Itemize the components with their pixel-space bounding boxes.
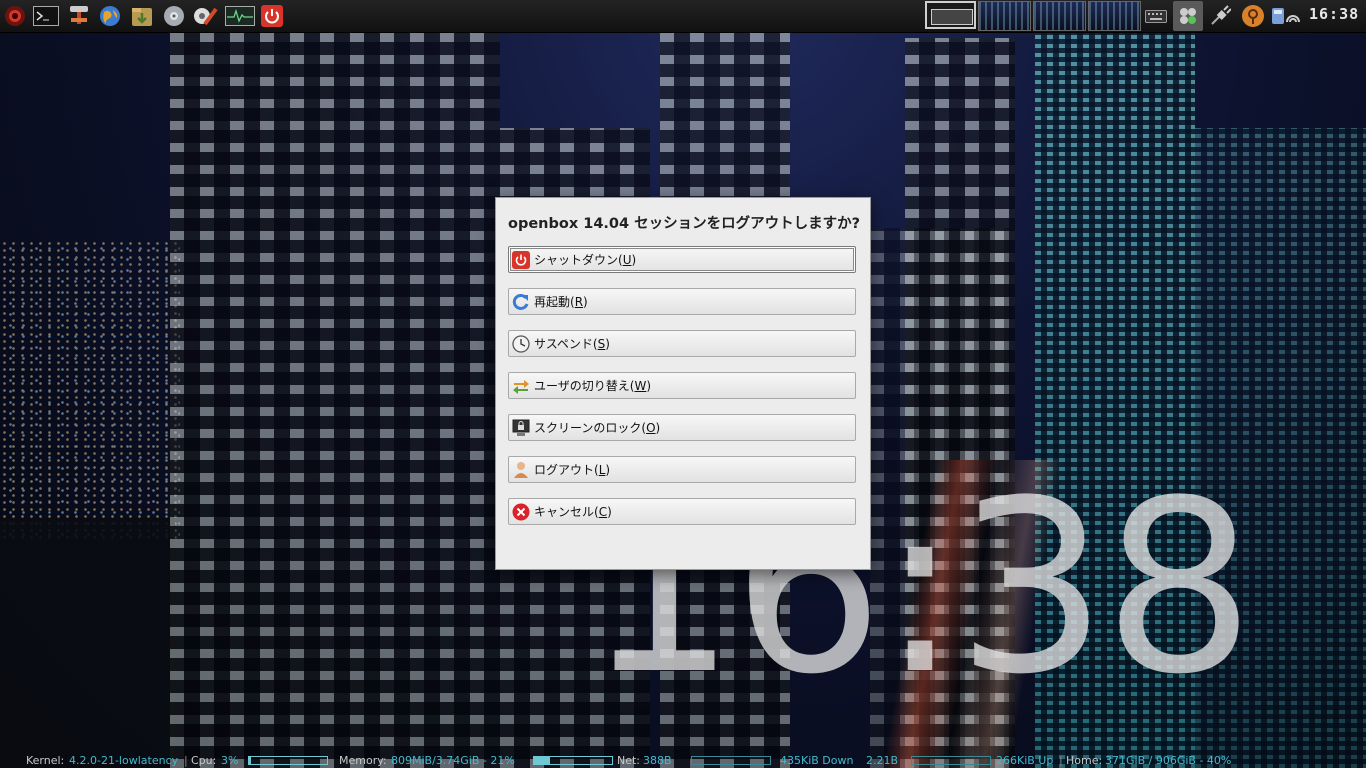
wallpaper-city-lights	[0, 240, 180, 540]
session-tray[interactable]	[1270, 3, 1302, 29]
cpu-value: 3%	[221, 754, 239, 767]
power-launcher[interactable]	[259, 3, 285, 29]
power-icon	[512, 250, 530, 269]
memory-label: Memory:	[339, 754, 387, 767]
restart-label: 再起動(R)	[534, 295, 588, 309]
upload-value: 266KiB Up	[996, 754, 1054, 767]
web-browser-launcher[interactable]	[97, 3, 123, 29]
update-indicator-icon	[1242, 5, 1264, 27]
settings-launcher[interactable]	[193, 3, 219, 29]
wallpaper-building	[170, 28, 500, 768]
lock-screen-label: スクリーンのロック(O)	[534, 421, 661, 435]
switch-user-label: ユーザの切り替え(W)	[534, 379, 652, 393]
lock-screen-button[interactable]: スクリーンのロック(O)	[508, 414, 856, 441]
menu-launcher[interactable]	[2, 3, 28, 29]
cancel-icon	[512, 503, 530, 521]
kernel-label: Kernel:	[26, 754, 65, 767]
workspace-3[interactable]	[1033, 1, 1086, 31]
suspend-button[interactable]: サスペンド(S)	[508, 330, 856, 357]
web-browser-icon	[100, 6, 120, 26]
wired-connection-tray[interactable]	[1207, 3, 1233, 29]
file-manager-icon	[132, 8, 152, 26]
keyboard-tray[interactable]	[1143, 3, 1169, 29]
system-status-bar: Kernel: 4.2.0-21-lowlatency | Cpu: 3% Me…	[0, 753, 1366, 768]
network-applet-icon	[1180, 8, 1196, 24]
cancel-button[interactable]: キャンセル(C)	[508, 498, 856, 525]
keyboard-icon	[1145, 10, 1167, 23]
memory-bar-fill	[534, 757, 551, 764]
top-panel: 16:38	[0, 0, 1366, 33]
system-monitor-launcher[interactable]	[225, 3, 255, 29]
clock-icon	[512, 334, 530, 353]
kernel-value: 4.2.0-21-lowlatency	[69, 754, 179, 767]
terminal-launcher[interactable]	[33, 3, 59, 29]
separator: |	[1059, 754, 1063, 767]
switch-user-icon	[512, 377, 530, 395]
network-applet-tray[interactable]	[1173, 1, 1203, 31]
terminal-icon	[33, 6, 59, 26]
panel-clock[interactable]: 16:38	[1309, 5, 1359, 23]
logout-dialog: openbox 14.04 セッションをログアウトしますか? シャットダウン(U…	[496, 198, 870, 569]
network-tools-icon	[70, 6, 88, 24]
workspace-window-preview	[931, 9, 973, 25]
disk-icon	[164, 6, 184, 26]
settings-icon	[194, 7, 218, 26]
network-tools-launcher[interactable]	[66, 3, 92, 29]
suspend-label: サスペンド(S)	[534, 337, 610, 351]
download-graph	[691, 756, 771, 765]
net-label: Net:	[617, 754, 641, 767]
file-manager-launcher[interactable]	[129, 3, 155, 29]
memory-bar	[533, 756, 613, 765]
lock-screen-icon	[512, 419, 530, 437]
memory-value: 809MiB/3.74GiB - 21%	[391, 754, 515, 767]
shutdown-label: シャットダウン(U)	[534, 253, 637, 267]
workspace-pager	[925, 1, 1141, 31]
cancel-label: キャンセル(C)	[534, 505, 612, 519]
user-session-icon	[1272, 8, 1300, 24]
workspace-2[interactable]	[978, 1, 1031, 31]
indicator-tray[interactable]	[1240, 3, 1266, 29]
workspace-4[interactable]	[1088, 1, 1141, 31]
logout-label: ログアウト(L)	[534, 463, 611, 477]
workspace-1[interactable]	[925, 1, 976, 29]
download-value: 435KiB Down	[780, 754, 854, 767]
cpu-label: Cpu:	[191, 754, 217, 767]
net-value: 388B	[643, 754, 672, 767]
home-value: 371GiB / 906GiB - 40%	[1105, 754, 1232, 767]
menu-icon	[5, 6, 25, 26]
download-extra: 2.21B	[866, 754, 899, 767]
logout-button[interactable]: ログアウト(L)	[508, 456, 856, 483]
power-icon	[261, 5, 283, 27]
cpu-bar-fill	[249, 757, 252, 764]
separator: |	[184, 754, 188, 767]
cpu-bar	[248, 756, 328, 765]
wallpaper-building	[0, 518, 175, 768]
shutdown-button[interactable]: シャットダウン(U)	[508, 246, 856, 273]
plug-icon	[1211, 5, 1231, 25]
system-monitor-icon	[225, 6, 255, 26]
logout-icon	[512, 461, 530, 479]
restart-icon	[512, 293, 530, 311]
dialog-title: openbox 14.04 セッションをログアウトしますか?	[508, 216, 861, 232]
switch-user-button[interactable]: ユーザの切り替え(W)	[508, 372, 856, 399]
restart-button[interactable]: 再起動(R)	[508, 288, 856, 315]
home-label: Home:	[1066, 754, 1103, 767]
disk-launcher[interactable]	[161, 3, 187, 29]
upload-graph	[911, 756, 991, 765]
